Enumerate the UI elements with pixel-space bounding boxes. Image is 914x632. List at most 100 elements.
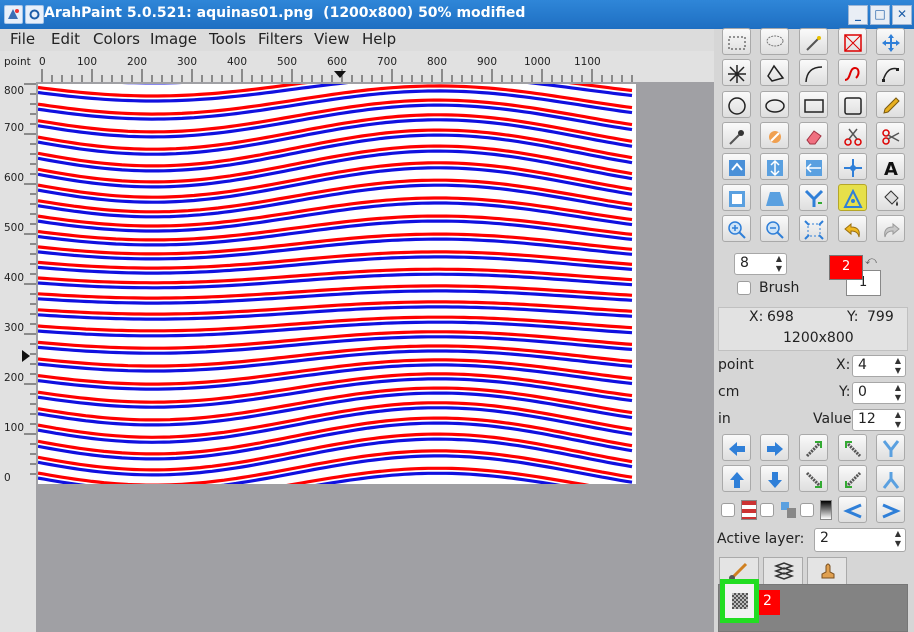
horizontal-ruler[interactable]: point 0 100 200 300 400 500 600 700 800 … (0, 51, 714, 82)
split-up-button[interactable] (876, 465, 905, 492)
layer-color-swatch[interactable]: 2 (759, 590, 780, 615)
x-coord-label: X: (749, 309, 764, 325)
text-tool[interactable]: A (876, 153, 905, 180)
close-button[interactable]: ✕ (892, 5, 912, 25)
fill-tool[interactable] (876, 184, 905, 211)
menu-colors[interactable]: Colors (93, 30, 140, 48)
crop-tool[interactable] (838, 28, 867, 55)
option-checkbox-1[interactable] (721, 503, 735, 517)
tab-layers[interactable] (763, 557, 803, 584)
unit-point[interactable]: point (718, 357, 754, 373)
menu-filters[interactable]: Filters (258, 30, 303, 48)
diagonal-down-button[interactable] (838, 434, 867, 461)
primary-color-swatch[interactable]: 2 (829, 255, 863, 280)
swap-colors-icon[interactable]: ⤺ (865, 254, 879, 268)
transform-tool[interactable] (838, 153, 867, 180)
align-icon[interactable] (780, 500, 798, 520)
resize-tool[interactable] (722, 184, 751, 211)
scissors-tool[interactable] (876, 122, 905, 149)
param-value-value: 12 (858, 411, 876, 427)
symmetry-tool[interactable] (799, 184, 828, 211)
svg-text:A: A (884, 159, 898, 178)
brush-label: Brush (759, 280, 800, 296)
shift-down-button[interactable] (760, 465, 789, 492)
spinner-arrows-icon[interactable]: ▲ ▼ (895, 410, 901, 430)
flip-vertical-tool[interactable] (760, 153, 789, 180)
brush-checkbox[interactable] (737, 281, 751, 295)
spinner-arrows-icon[interactable]: ▲ ▼ (895, 529, 901, 549)
pin-icon[interactable] (25, 5, 44, 24)
menu-image[interactable]: Image (150, 30, 197, 48)
perspective-tool[interactable] (760, 184, 789, 211)
pencil-tool[interactable] (876, 91, 905, 118)
warp-tool[interactable] (838, 184, 867, 211)
gradient-icon[interactable] (820, 500, 832, 520)
shift-right-button[interactable] (760, 434, 789, 461)
param-value-spinner[interactable]: 12 ▲ ▼ (852, 409, 906, 431)
undo-icon[interactable] (838, 215, 867, 242)
bezier-tool[interactable] (838, 59, 867, 86)
option-checkbox-2[interactable] (760, 503, 774, 517)
share-left-button[interactable] (838, 496, 867, 523)
param-x-spinner[interactable]: 4 ▲ ▼ (852, 355, 906, 377)
cut-tool[interactable] (838, 122, 867, 149)
unit-cm[interactable]: cm (718, 384, 739, 400)
share-right-button[interactable] (876, 496, 905, 523)
eraser-tool[interactable] (799, 122, 828, 149)
ruler-cursor-marker (22, 350, 30, 362)
path-tool[interactable] (876, 59, 905, 86)
rounded-rect-tool[interactable] (838, 91, 867, 118)
zoom-in-tool[interactable] (722, 215, 751, 242)
param-value-label: Value (813, 411, 852, 427)
minimize-button[interactable]: _ (848, 5, 868, 25)
menu-bar: File Edit Colors Image Tools Filters Vie… (0, 29, 714, 51)
diagonal-up-button[interactable] (799, 434, 828, 461)
shift-up-button[interactable] (722, 465, 751, 492)
rotate-tool[interactable] (722, 153, 751, 180)
curve-tool[interactable] (799, 59, 828, 86)
maximize-button[interactable]: □ (870, 5, 890, 25)
rect-select-tool[interactable] (722, 28, 751, 55)
circle-tool[interactable] (722, 91, 751, 118)
merge-down-button[interactable] (876, 434, 905, 461)
rectangle-tool[interactable] (799, 91, 828, 118)
flip-horizontal-tool[interactable] (799, 153, 828, 180)
zoom-out-tool[interactable] (760, 215, 789, 242)
vertical-ruler[interactable]: 800 700 600 500 400 300 200 100 0 (0, 82, 36, 632)
lasso-tool[interactable] (760, 28, 789, 55)
menu-file[interactable]: File (10, 30, 35, 48)
menu-help[interactable]: Help (362, 30, 396, 48)
menu-tools[interactable]: Tools (209, 30, 246, 48)
param-y-spinner[interactable]: 0 ▲ ▼ (852, 382, 906, 404)
fit-window-tool[interactable] (799, 215, 828, 242)
menu-view[interactable]: View (314, 30, 350, 48)
magic-wand-tool[interactable] (799, 28, 828, 55)
wave-pattern (38, 84, 633, 484)
tab-stamp[interactable] (807, 557, 847, 584)
spinner-arrows-icon[interactable]: ▲ ▼ (776, 254, 782, 274)
skew-up-button[interactable] (838, 465, 867, 492)
layer-thumbnail-selected[interactable] (720, 579, 759, 623)
move-tool[interactable] (876, 28, 905, 55)
brush-size-spinner[interactable]: 8 ▲ ▼ (734, 253, 787, 275)
unit-in[interactable]: in (718, 411, 731, 427)
brush-size-value: 8 (740, 255, 749, 271)
param-x-value: 4 (858, 357, 867, 373)
polygon-tool[interactable] (760, 59, 789, 86)
star-tool[interactable] (722, 59, 751, 86)
active-layer-select[interactable]: 2 ▲ ▼ (814, 528, 906, 552)
redo-icon[interactable] (876, 215, 905, 242)
menu-edit[interactable]: Edit (51, 30, 80, 48)
clone-tool[interactable] (760, 122, 789, 149)
shift-left-button[interactable] (722, 434, 751, 461)
option-checkbox-3[interactable] (800, 503, 814, 517)
app-icon[interactable] (4, 5, 23, 24)
y-coord-value: 799 (867, 309, 894, 325)
skew-down-button[interactable] (799, 465, 828, 492)
spinner-arrows-icon[interactable]: ▲ ▼ (895, 356, 901, 376)
spinner-arrows-icon[interactable]: ▲ ▼ (895, 383, 901, 403)
pattern-icon[interactable] (741, 500, 757, 520)
image-canvas[interactable] (38, 84, 636, 484)
eyedropper-tool[interactable] (722, 122, 751, 149)
ellipse-tool[interactable] (760, 91, 789, 118)
